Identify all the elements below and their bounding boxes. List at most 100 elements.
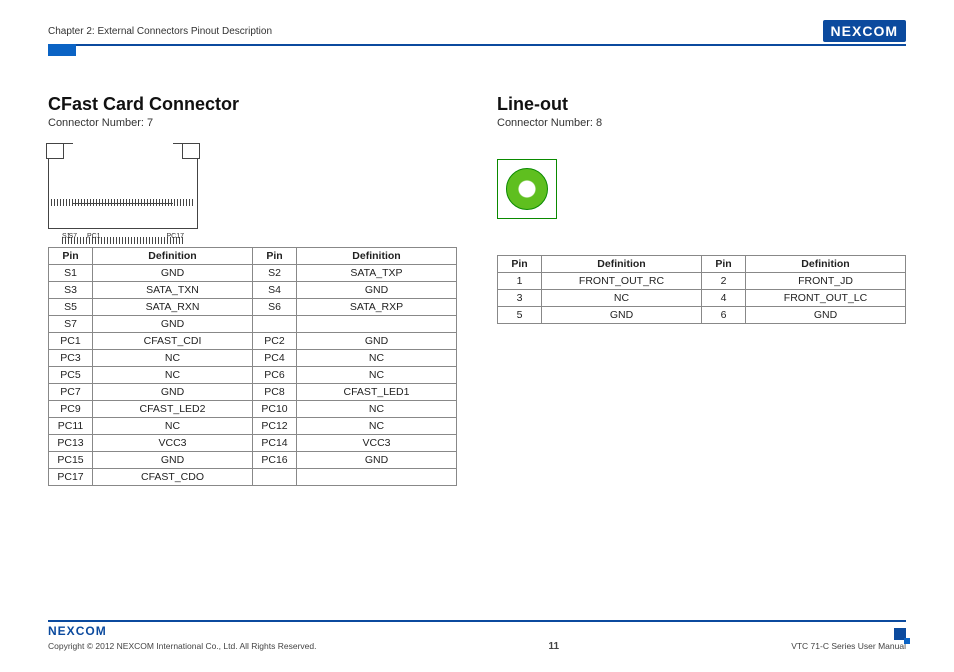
table-row: PC3NCPC4NC — [49, 350, 457, 367]
pin-cell: S1 — [49, 265, 93, 282]
definition-cell: SATA_RXP — [297, 299, 457, 316]
pin-cell: PC10 — [253, 401, 297, 418]
definition-cell: NC — [297, 367, 457, 384]
footer-decor-icon — [894, 628, 906, 640]
page-header: Chapter 2: External Connectors Pinout De… — [48, 20, 906, 46]
pin-cell: PC8 — [253, 384, 297, 401]
definition-cell: NC — [93, 350, 253, 367]
pin-cell: PC9 — [49, 401, 93, 418]
pin-cell: S7 — [49, 316, 93, 333]
chapter-title: Chapter 2: External Connectors Pinout De… — [48, 26, 272, 37]
table-row: PC1CFAST_CDIPC2GND — [49, 333, 457, 350]
definition-cell — [297, 316, 457, 333]
th-def: Definition — [746, 256, 906, 273]
definition-cell: NC — [93, 367, 253, 384]
cfast-connector-number: Connector Number: 7 — [48, 117, 457, 129]
pin-cell: S3 — [49, 282, 93, 299]
header-tab-decor — [48, 44, 76, 56]
lineout-title: Line-out — [497, 94, 906, 115]
pin-cell: PC3 — [49, 350, 93, 367]
definition-cell: SATA_TXP — [297, 265, 457, 282]
pin-cell: PC13 — [49, 435, 93, 452]
definition-cell: GND — [93, 265, 253, 282]
definition-cell: CFAST_CDI — [93, 333, 253, 350]
pin-cell: 4 — [702, 290, 746, 307]
definition-cell — [297, 469, 457, 486]
th-pin: Pin — [498, 256, 542, 273]
definition-cell: GND — [93, 316, 253, 333]
definition-cell: FRONT_OUT_LC — [746, 290, 906, 307]
pin-cell — [253, 469, 297, 486]
table-row: PC7GNDPC8CFAST_LED1 — [49, 384, 457, 401]
definition-cell: GND — [542, 307, 702, 324]
pin-cell: 1 — [498, 273, 542, 290]
table-row: 1FRONT_OUT_RC2FRONT_JD — [498, 273, 906, 290]
pin-cell: 3 — [498, 290, 542, 307]
pin-cell: PC5 — [49, 367, 93, 384]
table-row: 5GND6GND — [498, 307, 906, 324]
definition-cell: NC — [93, 418, 253, 435]
pin-cell: S6 — [253, 299, 297, 316]
th-pin: Pin — [49, 248, 93, 265]
pin-cell: PC2 — [253, 333, 297, 350]
pin-label-s7: S7 — [68, 233, 77, 240]
lineout-section: Line-out Connector Number: 8 Pin Definit… — [497, 94, 906, 486]
table-row: 3NC4FRONT_OUT_LC — [498, 290, 906, 307]
cfast-diagram: S1 S7 PC1 PC17 — [48, 143, 457, 239]
th-def: Definition — [542, 256, 702, 273]
pin-cell: PC14 — [253, 435, 297, 452]
definition-cell: CFAST_LED2 — [93, 401, 253, 418]
definition-cell: NC — [297, 401, 457, 418]
pin-cell: S5 — [49, 299, 93, 316]
pin-cell: PC4 — [253, 350, 297, 367]
table-row: S1GNDS2SATA_TXP — [49, 265, 457, 282]
lineout-pin-table: Pin Definition Pin Definition 1FRONT_OUT… — [497, 255, 906, 324]
pin-label-pc1: PC1 — [87, 233, 101, 240]
pin-cell: 6 — [702, 307, 746, 324]
definition-cell: SATA_TXN — [93, 282, 253, 299]
definition-cell: GND — [297, 452, 457, 469]
definition-cell: GND — [746, 307, 906, 324]
definition-cell: GND — [297, 282, 457, 299]
pin-cell: 2 — [702, 273, 746, 290]
table-row: S7GND — [49, 316, 457, 333]
definition-cell: FRONT_OUT_RC — [542, 273, 702, 290]
footer-page-number: 11 — [549, 641, 560, 652]
definition-cell: VCC3 — [93, 435, 253, 452]
th-def: Definition — [297, 248, 457, 265]
definition-cell: VCC3 — [297, 435, 457, 452]
pin-cell — [253, 316, 297, 333]
pin-cell: PC6 — [253, 367, 297, 384]
definition-cell: CFAST_LED1 — [297, 384, 457, 401]
brand-logo: NEXCOM — [823, 20, 906, 42]
footer-copyright: Copyright © 2012 NEXCOM International Co… — [48, 641, 316, 652]
definition-cell: GND — [297, 333, 457, 350]
table-row: PC11NCPC12NC — [49, 418, 457, 435]
table-row: PC15GNDPC16GND — [49, 452, 457, 469]
table-row: S5SATA_RXNS6SATA_RXP — [49, 299, 457, 316]
table-row: S3SATA_TXNS4GND — [49, 282, 457, 299]
pin-cell: PC11 — [49, 418, 93, 435]
th-pin: Pin — [702, 256, 746, 273]
th-pin: Pin — [253, 248, 297, 265]
definition-cell: FRONT_JD — [746, 273, 906, 290]
table-row: PC13VCC3PC14VCC3 — [49, 435, 457, 452]
definition-cell: SATA_RXN — [93, 299, 253, 316]
cfast-title: CFast Card Connector — [48, 94, 457, 115]
pin-cell: PC16 — [253, 452, 297, 469]
definition-cell: NC — [297, 350, 457, 367]
audio-jack-icon — [506, 168, 548, 210]
footer-brand: NEXCOM — [48, 624, 107, 638]
pin-cell: PC17 — [49, 469, 93, 486]
definition-cell: NC — [542, 290, 702, 307]
page-footer: NEXCOM Copyright © 2012 NEXCOM Internati… — [48, 620, 906, 652]
lineout-diagram — [497, 159, 557, 219]
pin-cell: S4 — [253, 282, 297, 299]
th-def: Definition — [93, 248, 253, 265]
pin-cell: 5 — [498, 307, 542, 324]
definition-cell: GND — [93, 452, 253, 469]
pin-cell: PC1 — [49, 333, 93, 350]
definition-cell: GND — [93, 384, 253, 401]
footer-manual: VTC 71-C Series User Manual — [791, 641, 906, 652]
table-row: PC9CFAST_LED2PC10NC — [49, 401, 457, 418]
